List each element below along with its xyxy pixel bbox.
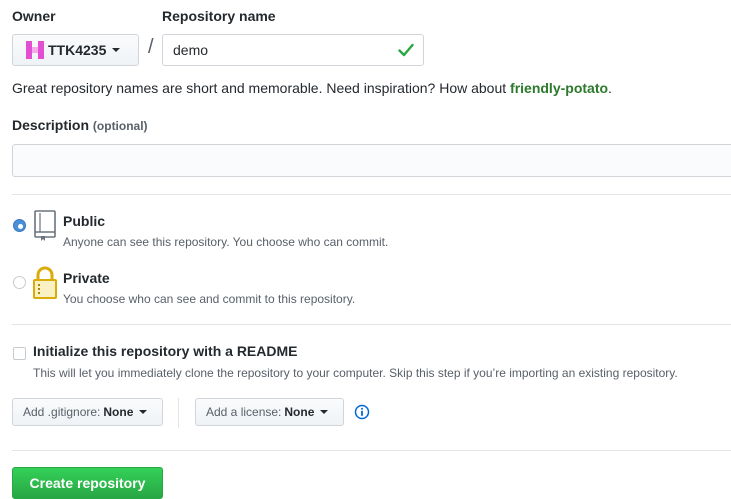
info-icon[interactable] (354, 404, 370, 420)
divider (12, 194, 731, 195)
owner-name: TTK4235 (48, 42, 107, 58)
chevron-down-icon (139, 410, 148, 414)
name-hint: Great repository names are short and mem… (12, 80, 612, 96)
suggested-name-link[interactable]: friendly-potato (510, 80, 608, 96)
public-radio[interactable] (13, 219, 26, 232)
create-repository-button[interactable]: Create repository (12, 467, 163, 499)
divider (12, 324, 731, 325)
repo-name-label: Repository name (162, 8, 276, 24)
lock-icon (33, 266, 57, 299)
public-title: Public (63, 213, 106, 229)
chevron-down-icon (320, 410, 329, 414)
description-label: Description (optional) (12, 117, 148, 133)
slash-separator: / (148, 36, 154, 58)
vertical-divider (178, 398, 179, 428)
owner-select-button[interactable]: TTK4235 (12, 34, 139, 66)
private-radio[interactable] (13, 276, 26, 289)
private-title: Private (63, 270, 110, 286)
description-input[interactable] (12, 144, 731, 177)
public-description: Anyone can see this repository. You choo… (63, 235, 389, 249)
license-select-button[interactable]: Add a license: None (195, 398, 344, 426)
readme-checkbox[interactable] (13, 347, 26, 360)
chevron-down-icon (112, 48, 121, 52)
readme-title: Initialize this repository with a README (33, 343, 298, 359)
gitignore-select-button[interactable]: Add .gitignore: None (12, 398, 163, 426)
owner-label: Owner (12, 8, 56, 24)
avatar (26, 41, 44, 59)
private-description: You choose who can see and commit to thi… (63, 292, 356, 306)
repository-name-input[interactable] (162, 34, 424, 66)
check-icon (398, 43, 414, 57)
divider (12, 450, 731, 451)
optional-tag: (optional) (92, 119, 148, 133)
repo-book-icon (34, 210, 56, 241)
readme-description: This will let you immediately clone the … (33, 366, 678, 380)
